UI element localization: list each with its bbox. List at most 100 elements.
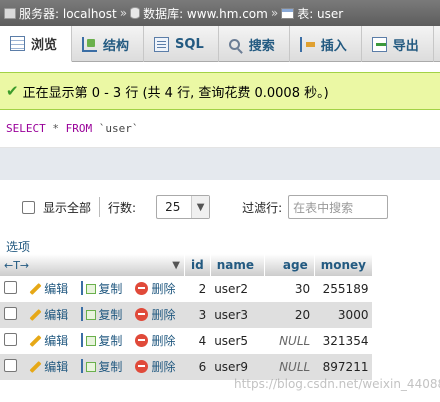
copy-button[interactable]: 复制	[81, 358, 122, 375]
tab-structure[interactable]: 结构	[72, 26, 145, 62]
cell-age: NULL	[264, 354, 315, 380]
edit-button[interactable]: 编辑	[27, 280, 68, 297]
breadcrumb-table-label[interactable]: 表: user	[297, 5, 343, 22]
edit-button[interactable]: 编辑	[27, 358, 68, 375]
cell-name: user9	[210, 354, 265, 380]
delete-icon	[135, 308, 149, 321]
filter-rows-label: 过滤行:	[242, 200, 283, 215]
cell-name: user5	[210, 328, 265, 354]
rows-label: 行数:	[108, 200, 137, 215]
copy-icon	[81, 281, 97, 296]
browse-icon	[10, 36, 25, 51]
table-row: 编辑 复制 删除 6 user9 NULL 897211	[0, 354, 373, 380]
copy-label: 复制	[98, 333, 123, 348]
breadcrumb: 服务器: localhost » 数据库: www.hm.com » 表: us…	[0, 0, 440, 26]
tab-structure-label: 结构	[103, 38, 130, 54]
chevron-down-icon[interactable]: ▼	[191, 196, 210, 218]
row-checkbox[interactable]	[4, 281, 17, 294]
tab-browse[interactable]: 浏览	[0, 26, 73, 62]
show-all-label[interactable]: 显示全部	[43, 199, 91, 216]
breadcrumb-separator: »	[270, 6, 279, 20]
breadcrumb-server[interactable]: 服务器: localhost	[4, 5, 117, 22]
export-icon	[371, 36, 387, 52]
database-icon	[130, 7, 141, 19]
results-table: ←T→ ▼ id name age money 编辑 复制 删除 2 user2…	[0, 254, 373, 380]
breadcrumb-server-label[interactable]: 服务器: localhost	[19, 5, 117, 22]
copy-icon	[81, 359, 97, 374]
tab-search-label: 搜索	[248, 38, 275, 54]
pencil-icon	[27, 359, 41, 373]
delete-button[interactable]: 删除	[135, 358, 175, 375]
copy-button[interactable]: 复制	[81, 306, 122, 323]
breadcrumb-database-label[interactable]: 数据库: www.hm.com	[143, 5, 268, 22]
edit-button[interactable]: 编辑	[27, 332, 68, 349]
cell-age: NULL	[264, 328, 315, 354]
column-header-id[interactable]: id	[184, 254, 211, 276]
divider	[99, 197, 101, 217]
table-row: 编辑 复制 删除 4 user5 NULL 321354	[0, 328, 373, 354]
pencil-icon	[27, 333, 41, 347]
structure-icon	[82, 36, 98, 52]
cell-id: 3	[184, 302, 211, 328]
breadcrumb-database[interactable]: 数据库: www.hm.com	[130, 5, 268, 22]
copy-icon	[81, 307, 97, 322]
row-checkbox[interactable]	[4, 359, 17, 372]
row-checkbox[interactable]	[4, 333, 17, 346]
delete-label: 删除	[151, 282, 176, 296]
breadcrumb-table[interactable]: 表: user	[281, 5, 343, 22]
copy-button[interactable]: 复制	[81, 280, 122, 297]
delete-icon	[135, 334, 149, 347]
sort-arrow-icon[interactable]: ▼	[172, 260, 180, 271]
delete-button[interactable]: 删除	[135, 306, 175, 323]
success-message-text: 正在显示第 0 - 3 行 (共 4 行, 查询花费 0.0008 秒。)	[22, 85, 329, 101]
copy-label: 复制	[98, 281, 123, 296]
rows-per-page-value: 25	[165, 200, 181, 214]
tab-search[interactable]: 搜索	[219, 26, 290, 62]
delete-label: 删除	[151, 334, 176, 348]
cell-id: 4	[184, 328, 211, 354]
navigation-row: 显示全部 行数: 25 ▼ 过滤行: 在表中搜索	[0, 190, 440, 224]
server-icon	[4, 7, 16, 19]
tab-export-label: 导出	[392, 38, 419, 54]
delete-button[interactable]: 删除	[135, 280, 175, 297]
tab-insert[interactable]: 插入	[290, 26, 362, 62]
pencil-icon	[27, 281, 41, 295]
sql-star: *	[52, 122, 59, 135]
sql-query-box: SELECT * FROM `user`	[0, 110, 440, 148]
show-all-checkbox[interactable]	[22, 200, 35, 214]
search-icon	[228, 38, 240, 50]
breadcrumb-separator: »	[119, 6, 128, 20]
copy-button[interactable]: 复制	[81, 332, 122, 349]
tab-bar: 浏览 结构 SQL 搜索 插入 导出	[0, 26, 440, 62]
column-header-name[interactable]: name	[210, 254, 265, 276]
cell-age: 30	[264, 276, 315, 302]
tab-sql-label: SQL	[175, 36, 204, 52]
table-row: 编辑 复制 删除 2 user2 30 255189	[0, 276, 373, 302]
rows-per-page-select[interactable]: 25 ▼	[156, 195, 211, 219]
tab-sql[interactable]: SQL	[144, 26, 219, 62]
cell-money: 255189	[314, 276, 373, 302]
pencil-icon	[27, 307, 41, 321]
filter-rows-input[interactable]: 在表中搜索	[288, 195, 389, 219]
column-header-money[interactable]: money	[314, 254, 373, 276]
edit-label: 编辑	[44, 281, 69, 296]
filter-rows-placeholder: 在表中搜索	[293, 200, 354, 215]
edit-button[interactable]: 编辑	[27, 306, 68, 323]
options-link[interactable]: 选项	[6, 238, 30, 255]
tab-export[interactable]: 导出	[362, 26, 434, 62]
table-row: 编辑 复制 删除 3 user3 20 3000	[0, 302, 373, 328]
sql-keyword-select: SELECT	[6, 122, 46, 135]
cell-id: 6	[184, 354, 211, 380]
insert-icon	[299, 36, 315, 52]
column-resize-arrows-icon[interactable]: ←T→	[4, 259, 29, 272]
delete-button[interactable]: 删除	[135, 332, 175, 349]
column-header-age[interactable]: age	[264, 254, 315, 276]
tab-browse-label: 浏览	[31, 38, 58, 53]
actions-header: ←T→ ▼	[0, 254, 185, 276]
row-checkbox[interactable]	[4, 307, 17, 320]
edit-label: 编辑	[44, 359, 69, 374]
sql-table-name: `user`	[98, 122, 139, 135]
copy-label: 复制	[98, 307, 123, 322]
edit-label: 编辑	[44, 307, 69, 322]
edit-label: 编辑	[44, 333, 69, 348]
